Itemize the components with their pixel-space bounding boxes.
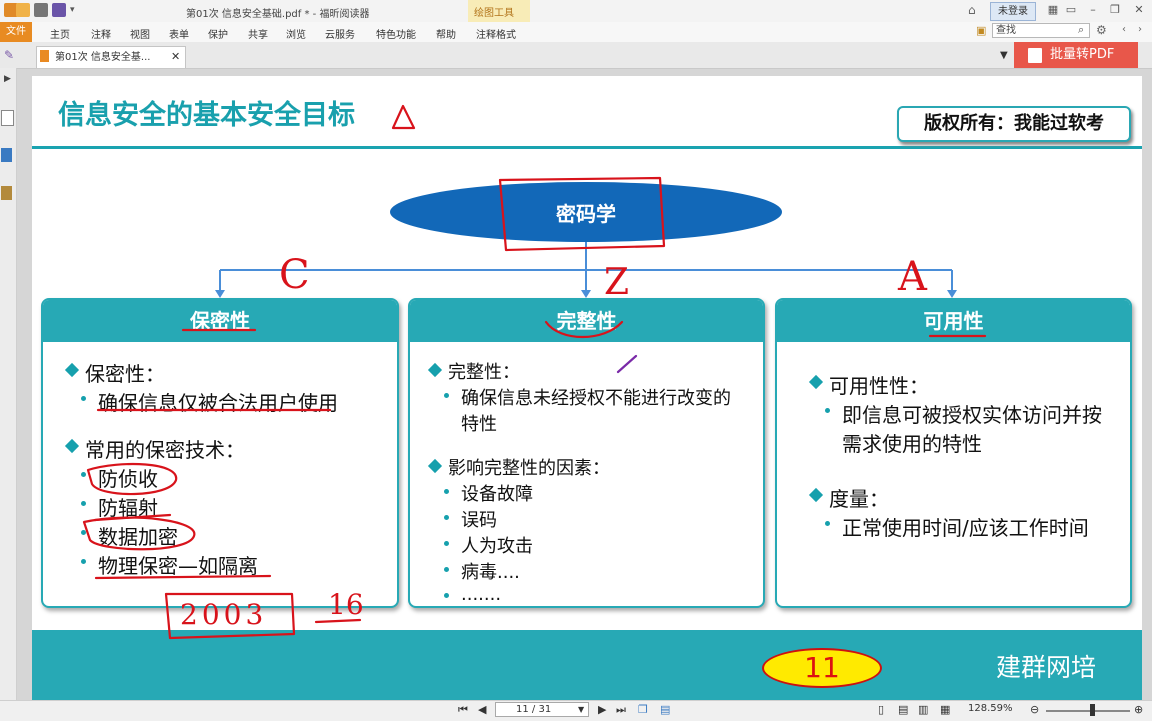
dot-bullet-icon xyxy=(444,515,449,520)
confidentiality-header: 保密性 xyxy=(43,300,397,342)
zoom-level[interactable]: 128.59% xyxy=(968,703,1013,714)
dot-bullet-icon xyxy=(81,559,86,564)
list-item: 数据加密 xyxy=(63,521,387,550)
diamond-bullet-icon xyxy=(808,487,824,503)
section-head: 保密性： xyxy=(63,358,387,387)
copy-icon[interactable]: ❐ xyxy=(638,703,648,716)
list-item: 误码 xyxy=(426,506,753,532)
list-item: 病毒.... xyxy=(426,558,753,584)
continuous-page-icon[interactable]: ▤ xyxy=(898,703,908,716)
diamond-bullet-icon xyxy=(427,362,443,378)
list-item-text: 误码 xyxy=(461,510,497,531)
confidentiality-card: 保密性 保密性： 确保信息仅被合法用户使用 常用的保密技术： 防侦收 防辐射 数… xyxy=(41,298,399,608)
list-item: 人为攻击 xyxy=(426,532,753,558)
list-item: 防辐射 xyxy=(63,492,387,521)
list-item-text: ....... xyxy=(461,584,502,605)
dot-bullet-icon xyxy=(444,593,449,598)
first-page-icon[interactable]: ⏮ xyxy=(458,703,468,717)
section-head-text: 保密性： xyxy=(85,362,165,386)
section-head-text: 度量： xyxy=(829,487,889,511)
arrowhead-right xyxy=(947,290,957,298)
availability-header: 可用性 xyxy=(777,300,1130,342)
list-item: 防侦收 xyxy=(63,463,387,492)
slide-footer xyxy=(32,630,1142,700)
section-head: 影响完整性的因素： xyxy=(426,454,753,480)
list-item: 确保信息仅被合法用户使用 xyxy=(63,387,387,416)
list-item-text: 病毒.... xyxy=(461,562,520,583)
section-head: 常用的保密技术： xyxy=(63,434,387,463)
list-item: 正常使用时间/应该工作时间 xyxy=(807,512,1120,541)
section-head-text: 完整性： xyxy=(448,362,520,383)
page-dropdown-icon[interactable]: ▼ xyxy=(578,705,584,714)
organization-name: 建群网培 xyxy=(996,653,1097,682)
ink-letter-a: A xyxy=(898,254,927,300)
ink-number: 16 xyxy=(328,588,364,621)
zoom-out-icon[interactable]: ⊖ xyxy=(1030,703,1039,716)
diamond-bullet-icon xyxy=(808,374,824,390)
prev-page-icon[interactable]: ◀ xyxy=(478,703,486,716)
list-item: 物理保密—如隔离 xyxy=(63,550,387,579)
dot-bullet-icon xyxy=(444,489,449,494)
list-item-text: 正常使用时间/应该工作时间 xyxy=(842,516,1089,540)
list-item: 设备故障 xyxy=(426,480,753,506)
diamond-bullet-icon xyxy=(427,458,443,474)
arrowhead-middle xyxy=(581,290,591,298)
ink-letter-c: C xyxy=(279,252,310,298)
dot-bullet-icon xyxy=(825,408,830,413)
section-head: 完整性： xyxy=(426,358,753,384)
availability-card: 可用性 可用性性： 即信息可被授权实体访问并按需求使用的特性 度量： 正常使用时… xyxy=(775,298,1132,608)
dot-bullet-icon xyxy=(444,567,449,572)
list-item: ....... xyxy=(426,584,753,605)
list-item-text: 即信息可被授权实体访问并按需求使用的特性 xyxy=(842,403,1102,456)
section-head: 度量： xyxy=(807,483,1120,512)
list-item-text: 确保信息未经授权不能进行改变的特性 xyxy=(461,388,731,435)
list-item-text: 设备故障 xyxy=(461,484,533,505)
diamond-bullet-icon xyxy=(64,438,80,454)
page-number-input[interactable]: 11 / 31 xyxy=(495,702,589,717)
ink-letter-z: Z xyxy=(604,262,630,303)
cryptography-label: 密码学 xyxy=(556,202,616,226)
list-item-text: 物理保密—如隔离 xyxy=(98,554,258,578)
list-item-text: 数据加密 xyxy=(98,525,178,549)
diamond-bullet-icon xyxy=(64,362,80,378)
section-head: 可用性性： xyxy=(807,370,1120,399)
facing-page-icon[interactable]: ▥ xyxy=(918,703,928,716)
zoom-in-icon[interactable]: ⊕ xyxy=(1134,703,1143,716)
list-item-text: 防侦收 xyxy=(98,467,158,491)
confidentiality-body: 保密性： 确保信息仅被合法用户使用 常用的保密技术： 防侦收 防辐射 数据加密 … xyxy=(63,352,387,579)
list-item-text: 防辐射 xyxy=(98,496,158,520)
zoom-slider[interactable] xyxy=(1046,710,1130,712)
integrity-header: 完整性 xyxy=(410,300,763,342)
list-item-text: 确保信息仅被合法用户使用 xyxy=(98,391,338,415)
page-number-badge: 11 xyxy=(762,648,882,688)
section-head-text: 常用的保密技术： xyxy=(85,438,245,462)
list-item-text: 人为攻击 xyxy=(461,536,533,557)
section-head-text: 可用性性： xyxy=(829,374,929,398)
arrowhead-left xyxy=(215,290,225,298)
dot-bullet-icon xyxy=(444,393,449,398)
list-item: 即信息可被授权实体访问并按需求使用的特性 xyxy=(807,399,1120,457)
next-page-icon[interactable]: ▶ xyxy=(598,703,606,716)
dot-bullet-icon xyxy=(81,396,86,401)
single-page-icon[interactable]: ▯ xyxy=(878,703,884,716)
availability-body: 可用性性： 即信息可被授权实体访问并按需求使用的特性 度量： 正常使用时间/应该… xyxy=(807,364,1120,541)
last-page-icon[interactable]: ⏭ xyxy=(616,703,626,717)
dot-bullet-icon xyxy=(81,501,86,506)
dot-bullet-icon xyxy=(81,530,86,535)
ink-year: 2003 xyxy=(180,598,268,631)
dot-bullet-icon xyxy=(825,521,830,526)
integrity-body: 完整性： 确保信息未经授权不能进行改变的特性 影响完整性的因素： 设备故障 误码… xyxy=(426,352,753,605)
continuous-facing-icon[interactable]: ▦ xyxy=(940,703,950,716)
dot-bullet-icon xyxy=(81,472,86,477)
page-view-icon[interactable]: ▤ xyxy=(660,703,670,716)
section-head-text: 影响完整性的因素： xyxy=(448,458,610,479)
list-item: 确保信息未经授权不能进行改变的特性 xyxy=(426,384,753,436)
zoom-slider-handle[interactable] xyxy=(1090,704,1095,716)
integrity-card: 完整性 完整性： 确保信息未经授权不能进行改变的特性 影响完整性的因素： 设备故… xyxy=(408,298,765,608)
dot-bullet-icon xyxy=(444,541,449,546)
